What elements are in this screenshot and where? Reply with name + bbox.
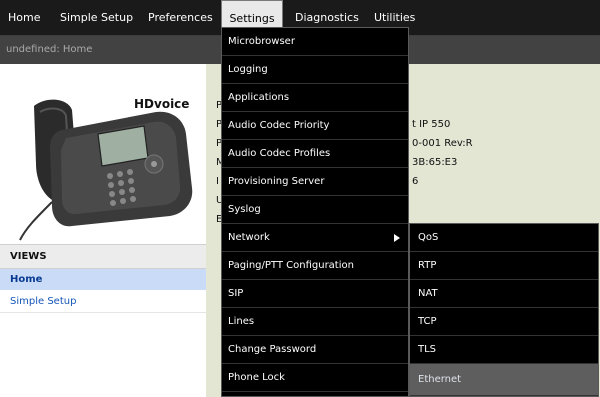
menu-item-syslog[interactable]: Syslog: [222, 196, 408, 224]
menu-item-label: Lines: [228, 316, 255, 327]
menu-item-label: Audio Codec Priority: [228, 120, 330, 131]
nav-simple-setup[interactable]: Simple Setup: [60, 0, 133, 36]
menu-item-label: Paging/PTT Configuration: [228, 260, 354, 271]
menu-item-label: Provisioning Server: [228, 176, 325, 187]
menu-item-sip[interactable]: SIP: [222, 280, 408, 308]
view-item-label: Home: [10, 274, 43, 285]
menu-item-lines[interactable]: Lines: [222, 308, 408, 336]
menu-item-provisioning-server[interactable]: Provisioning Server: [222, 168, 408, 196]
views-title: VIEWS: [10, 251, 47, 262]
menu-item-logging[interactable]: Logging: [222, 56, 408, 84]
menu-item-audio-codec-priority[interactable]: Audio Codec Priority: [222, 112, 408, 140]
menu-item-label: Logging: [228, 64, 268, 75]
menu-item-applications[interactable]: Applications: [222, 84, 408, 112]
view-item-label: Simple Setup: [10, 296, 77, 307]
menu-item-microbrowser[interactable]: Microbrowser: [222, 28, 408, 56]
menu-item-change-password[interactable]: Change Password: [222, 336, 408, 364]
left-panel: HDvoice VIEWS Home Simple Setup: [0, 64, 206, 397]
settings-dropdown-menu: Microbrowser Logging Applications Audio …: [221, 27, 409, 397]
menu-item-label: Microbrowser: [228, 36, 295, 47]
submenu-item-rtp[interactable]: RTP: [410, 252, 598, 280]
view-item-simple-setup[interactable]: Simple Setup: [0, 291, 206, 313]
info-row-prefix: I: [216, 176, 219, 187]
phone-image: HDvoice: [19, 97, 193, 241]
info-row-value: t IP 550: [412, 119, 451, 130]
views-header: VIEWS: [0, 244, 206, 269]
submenu-item-label: TLS: [418, 344, 437, 355]
submenu-arrow-icon: [394, 234, 400, 242]
submenu-item-label: RTP: [418, 260, 437, 271]
menu-item-label: Syslog: [228, 204, 261, 215]
submenu-item-tcp[interactable]: TCP: [410, 308, 598, 336]
submenu-item-label: NAT: [418, 288, 438, 299]
submenu-item-ethernet[interactable]: Ethernet: [410, 364, 598, 396]
menu-item-label: Audio Codec Profiles: [228, 148, 331, 159]
menu-item-paging-ptt-configuration[interactable]: Paging/PTT Configuration: [222, 252, 408, 280]
network-submenu: QoS RTP NAT TCP TLS Ethernet: [409, 223, 599, 397]
nav-preferences[interactable]: Preferences: [148, 0, 213, 36]
submenu-item-nat[interactable]: NAT: [410, 280, 598, 308]
hdvoice-logo: HDvoice: [134, 97, 189, 111]
info-row-value: 6: [412, 176, 419, 187]
info-row-value: 0-001 Rev:R: [412, 138, 473, 149]
submenu-item-label: QoS: [418, 232, 439, 243]
submenu-item-label: TCP: [418, 316, 437, 327]
submenu-item-tls[interactable]: TLS: [410, 336, 598, 364]
menu-item-audio-codec-profiles[interactable]: Audio Codec Profiles: [222, 140, 408, 168]
menu-item-label: Network: [228, 232, 270, 243]
menu-item-label: Change Password: [228, 344, 317, 355]
breadcrumb: undefined: Home: [6, 44, 93, 55]
submenu-item-qos[interactable]: QoS: [410, 224, 598, 252]
info-row-value: 3B:65:E3: [412, 157, 458, 168]
menu-item-phone-lock[interactable]: Phone Lock: [222, 364, 408, 392]
submenu-item-label: Ethernet: [418, 374, 462, 385]
menu-item-label: Phone Lock: [228, 372, 285, 383]
menu-item-label: Applications: [228, 92, 290, 103]
menu-item-network[interactable]: Network: [222, 224, 408, 252]
view-item-home[interactable]: Home: [0, 269, 206, 291]
menu-item-label: SIP: [228, 288, 244, 299]
nav-home[interactable]: Home: [8, 0, 40, 36]
